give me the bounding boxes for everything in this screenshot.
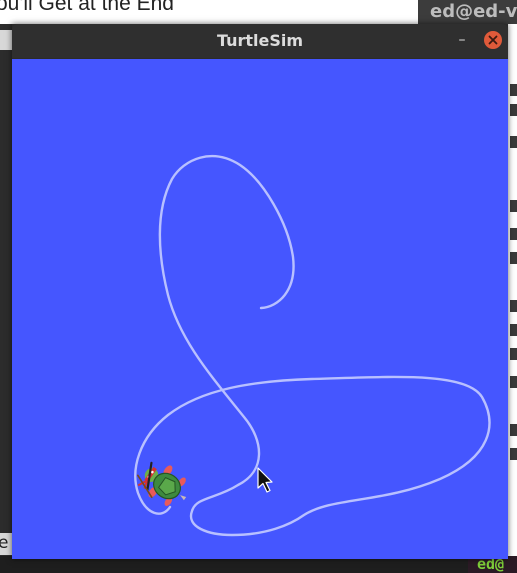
text-fragment — [510, 448, 517, 460]
text-fragment — [510, 84, 517, 96]
background-document-text: ou'll Get at the End — [0, 0, 174, 15]
background-terminal-title: ed@ed-vr — [430, 1, 517, 22]
mouse-pointer-icon — [257, 467, 273, 493]
background-left-fragment: e — [0, 533, 9, 553]
turtle-trail — [134, 155, 491, 537]
window-title: TurtleSim — [216, 31, 304, 50]
text-fragment — [510, 324, 517, 336]
text-fragment — [510, 348, 517, 360]
turtlesim-window: TurtleSim – — [12, 24, 508, 559]
minimize-button[interactable]: – — [452, 30, 472, 50]
text-fragment — [510, 376, 517, 388]
background-terminal-titlebar[interactable]: ed@ed-vr — [418, 0, 517, 24]
close-icon — [488, 35, 498, 45]
text-fragment — [510, 104, 517, 116]
text-fragment — [510, 228, 517, 240]
background-right-terminal — [508, 24, 517, 573]
text-fragment — [510, 424, 517, 436]
background-left-strip-bottom: e — [0, 533, 12, 555]
text-fragment — [510, 200, 517, 212]
window-titlebar[interactable]: TurtleSim – — [12, 24, 508, 58]
close-button[interactable] — [484, 31, 502, 49]
text-fragment — [510, 252, 517, 264]
turtle-icon — [137, 461, 187, 507]
background-left-strip — [0, 30, 12, 50]
background-document: ou'll Get at the End — [0, 0, 430, 24]
text-fragment — [510, 300, 517, 312]
turtle-canvas[interactable] — [12, 59, 508, 559]
text-fragment — [510, 136, 517, 148]
